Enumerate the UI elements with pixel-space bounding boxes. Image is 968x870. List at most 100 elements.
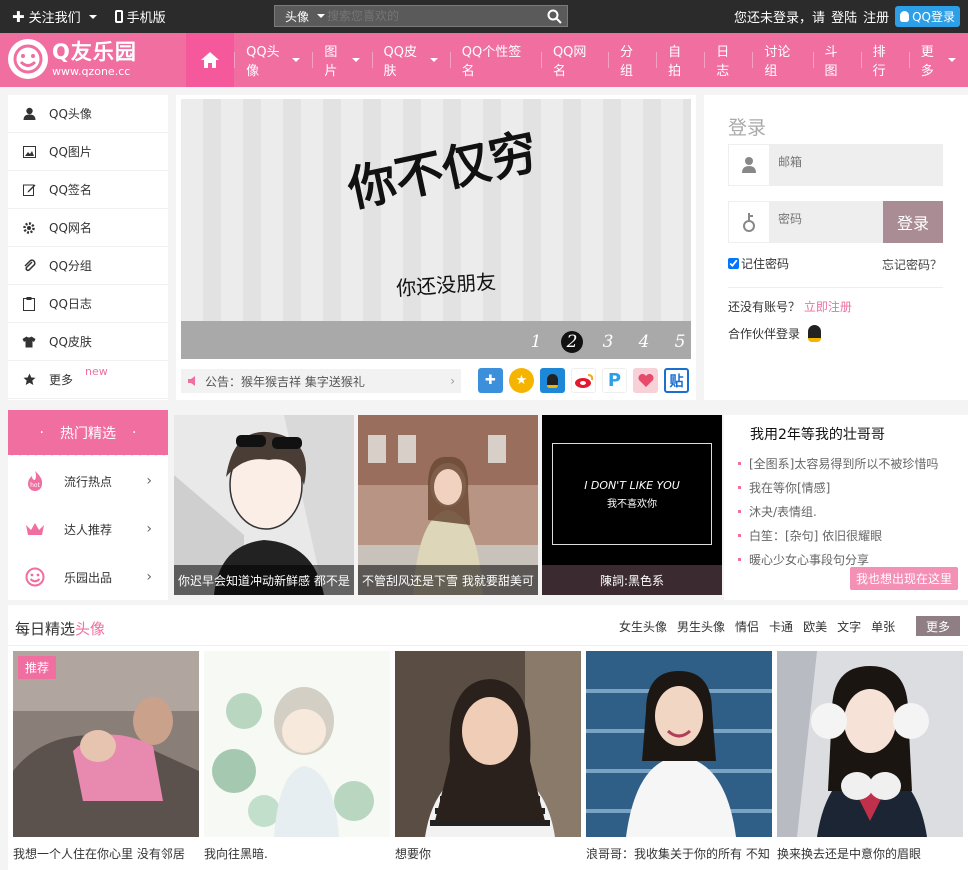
share-plus-icon[interactable]: ✚: [478, 368, 503, 393]
nav-item[interactable]: 自拍: [656, 33, 704, 87]
hot-list-item[interactable]: 白笙：[杂句] 依旧很耀眼: [738, 523, 938, 547]
hot-list-item[interactable]: 沐夬/表情组.: [738, 499, 938, 523]
avatar-card[interactable]: [586, 651, 772, 837]
qq-login-button[interactable]: QQ登录: [895, 6, 960, 27]
site-logo[interactable]: Q友乐园 www.qzone.cc: [8, 39, 137, 79]
avatar-caption[interactable]: 我向往黑暗.: [204, 845, 390, 862]
register-now-link[interactable]: 立即注册: [804, 300, 852, 314]
nav-item[interactable]: 日志: [704, 33, 752, 87]
avatar-card[interactable]: [204, 651, 390, 837]
hot-picks-item[interactable]: 达人推荐 ›: [8, 505, 168, 553]
slider-dot[interactable]: 3: [597, 331, 619, 353]
login-button[interactable]: 登录: [883, 201, 943, 243]
avatar-image: [777, 651, 963, 837]
nav-item[interactable]: QQ皮肤: [371, 33, 450, 87]
nav-home[interactable]: [186, 33, 235, 87]
chevron-down-icon: [88, 14, 97, 19]
share-pengyou-icon[interactable]: P: [602, 368, 627, 393]
nav-item[interactable]: 分组: [608, 33, 656, 87]
email-input[interactable]: [778, 155, 888, 169]
top-register-link[interactable]: 注册: [863, 7, 889, 26]
user-icon: [22, 107, 36, 120]
nav-item[interactable]: 斗图: [812, 33, 861, 87]
left-menu-item[interactable]: QQ图片: [8, 133, 168, 171]
smile-icon: [24, 567, 46, 587]
hot-picks-item[interactable]: 乐园出品 ›: [8, 553, 168, 601]
nav-item[interactable]: 讨论组: [752, 33, 812, 87]
share-qzone-icon[interactable]: ★: [509, 368, 534, 393]
chevron-down-icon: [429, 58, 438, 62]
left-menu-item[interactable]: QQ头像: [8, 95, 168, 133]
search-category-select[interactable]: 头像: [275, 8, 327, 25]
featured-card[interactable]: 你迟早会知道冲动新鲜感 都不是: [174, 415, 354, 595]
edit-icon: [22, 183, 36, 196]
share-tieba-icon[interactable]: 贴: [664, 368, 689, 393]
daily-tag[interactable]: 女生头像: [619, 618, 667, 635]
avatar-caption[interactable]: 浪哥哥：我收集关于你的所有 不知: [586, 845, 772, 862]
avatar-card[interactable]: [777, 651, 963, 837]
featured-card[interactable]: I DON'T LIKE YOU 我不喜欢你 陳詞:黑色系: [542, 415, 722, 595]
left-menu-item[interactable]: QQ签名: [8, 171, 168, 209]
daily-title: 每日精选头像: [15, 620, 106, 638]
daily-tag[interactable]: 卡通: [769, 618, 793, 635]
plus-icon: ✚: [12, 7, 25, 26]
avatar-caption[interactable]: 想要你: [395, 845, 581, 862]
share-weibo-icon[interactable]: [571, 368, 596, 393]
daily-tag[interactable]: 欧美: [803, 618, 827, 635]
nav-item[interactable]: QQ个性签名: [449, 33, 541, 87]
forgot-password-link[interactable]: 忘记密码？: [882, 256, 942, 273]
avatar-caption[interactable]: 我想一个人住在你心里 没有邻居: [13, 845, 199, 862]
hot-picks-item[interactable]: hot 流行热点 ›: [8, 457, 168, 505]
avatar-card[interactable]: [395, 651, 581, 837]
left-menu-item[interactable]: QQ分组: [8, 247, 168, 285]
clipboard-icon: [22, 296, 36, 311]
daily-tag[interactable]: 情侣: [735, 618, 759, 635]
hot-list-title[interactable]: 我用2年等我的壮哥哥: [750, 424, 885, 444]
nav-item[interactable]: QQ头像: [234, 33, 312, 87]
nav-item[interactable]: 排行: [860, 33, 909, 87]
search-button[interactable]: [541, 6, 567, 26]
qq-penguin-icon: [900, 11, 910, 22]
remember-password[interactable]: 记住密码: [728, 255, 789, 272]
left-menu-item[interactable]: QQ皮肤: [8, 323, 168, 361]
avatar-card[interactable]: 推荐: [13, 651, 199, 837]
share-heart-icon[interactable]: [633, 368, 658, 393]
hot-list-item[interactable]: [全图系]太容易得到所以不被珍惜吗: [738, 451, 938, 475]
daily-tag[interactable]: 男生头像: [677, 618, 725, 635]
login-panel: 登录 登录 记住密码 忘记密码？ 还没有账号？ 立即注册 合作伙伴登录: [704, 95, 968, 400]
crown-icon: [24, 521, 46, 537]
bullet-icon: [738, 485, 741, 489]
search-input[interactable]: [327, 6, 541, 26]
announcement-bar[interactable]: 公告：猴年猴吉祥 集字送猴礼 ›: [181, 369, 461, 393]
banner-slide[interactable]: 你不仅穷 你还没朋友 12345: [181, 99, 691, 359]
daily-tag[interactable]: 文字: [837, 618, 861, 635]
remember-checkbox[interactable]: [728, 258, 739, 269]
slider-dot[interactable]: 4: [633, 331, 655, 353]
slider-dot[interactable]: 5: [669, 331, 691, 353]
qq-penguin-icon[interactable]: [808, 325, 822, 342]
nav-item[interactable]: 图片: [312, 33, 371, 87]
left-menu-item[interactable]: QQ日志: [8, 285, 168, 323]
nav-item[interactable]: 更多: [908, 33, 968, 87]
top-login-link[interactable]: 登陆: [831, 7, 857, 26]
slider-dot[interactable]: 1: [525, 331, 547, 353]
key-icon: [729, 202, 769, 242]
avatar-caption[interactable]: 换来换去还是中意你的眉眼: [777, 845, 963, 862]
nav-item[interactable]: QQ网名: [540, 33, 608, 87]
search-bar: 头像: [274, 5, 568, 27]
follow-us-menu[interactable]: ✚ 关注我们: [12, 7, 97, 26]
password-input[interactable]: [778, 212, 888, 226]
daily-tag[interactable]: 单张: [871, 618, 895, 635]
share-qq-icon[interactable]: [540, 368, 565, 393]
left-menu-item[interactable]: 更多 new: [8, 361, 168, 399]
mobile-version-link[interactable]: 手机版: [114, 7, 166, 26]
more-button[interactable]: 更多: [916, 616, 960, 636]
slider-dot[interactable]: 2: [561, 331, 583, 353]
appear-here-button[interactable]: 我也想出现在这里: [849, 567, 958, 590]
featured-card[interactable]: 不管刮风还是下雪 我就要甜美可: [358, 415, 538, 595]
left-menu-item[interactable]: QQ网名: [8, 209, 168, 247]
no-account-text: 还没有账号？ 立即注册: [728, 300, 852, 314]
hot-list-item[interactable]: 我在等你[情感]: [738, 475, 938, 499]
speaker-icon: [188, 376, 195, 386]
bullet-icon: [738, 509, 741, 513]
